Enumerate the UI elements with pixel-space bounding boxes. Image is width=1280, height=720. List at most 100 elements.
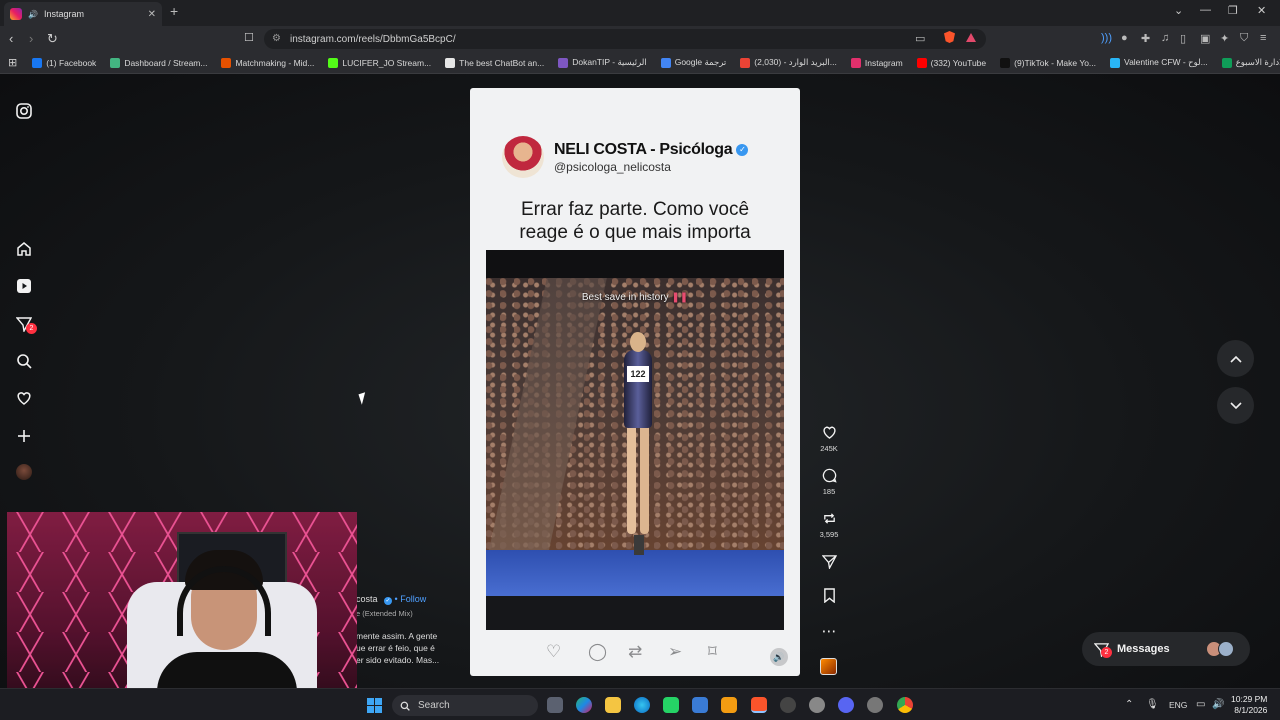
bookmark-item[interactable]: حسبة الادارة الاسبوع... (1215, 57, 1280, 68)
bookmark-item[interactable]: (9)TikTok - Make Yo... (993, 57, 1103, 68)
chrome-icon[interactable] (897, 697, 913, 713)
mute-toggle-icon[interactable]: 🔊 (770, 648, 788, 666)
minimize-icon[interactable]: — (1200, 4, 1211, 16)
share-button[interactable] (818, 554, 840, 572)
browser-toolbar: ‹ › ↻ ☐ ⚙ instagram.com/reels/DbbmGa5Bcp… (0, 26, 1280, 52)
create-plus-icon[interactable] (15, 427, 33, 445)
like-count: 245K (820, 444, 838, 453)
embedded-comment-icon: ◯ (588, 642, 608, 661)
bookmark-item[interactable]: Dashboard / Stream... (103, 57, 214, 68)
wallet-icon[interactable]: ▣ (1200, 32, 1210, 45)
tab-search-chevron-icon[interactable]: ⌄ (1174, 4, 1183, 17)
like-button[interactable]: 245K (818, 425, 840, 453)
language-indicator[interactable]: ENG (1169, 700, 1187, 710)
system-clock[interactable]: 10:29 PM 8/1/2026 (1231, 694, 1267, 716)
bookmark-item[interactable]: DokanTIP - الرئيسية (551, 57, 653, 68)
share-icon (818, 554, 840, 572)
address-bar[interactable]: ⚙ instagram.com/reels/DbbmGa5BcpC/ (264, 29, 986, 49)
music-title[interactable]: e (Extended Mix) (356, 609, 456, 618)
tab-close-icon[interactable]: ✕ (148, 9, 156, 20)
previous-reel-button[interactable] (1217, 340, 1254, 377)
bookmark-item[interactable]: LUCIFER_JO Stream... (321, 57, 438, 68)
cloud-app-icon[interactable] (721, 697, 737, 713)
instagram-logo-icon[interactable] (15, 102, 33, 120)
bookmark-favicon-icon (850, 57, 861, 68)
repost-button[interactable]: 3,595 (818, 511, 840, 539)
app-icon[interactable] (780, 697, 796, 713)
brave-rewards-icon[interactable] (966, 33, 976, 42)
copilot-icon[interactable] (576, 697, 592, 713)
bookmark-item[interactable]: Valentine CFW - لوح... (1103, 57, 1215, 68)
embedded-bookmark-icon: ⌑ (708, 642, 717, 661)
leo-ai-icon[interactable]: ✦ (1220, 32, 1229, 45)
sidebar-toggle-icon[interactable]: ▯ (1180, 32, 1186, 45)
tab-title: Instagram (43, 9, 84, 19)
bookmark-item[interactable]: Instagram (844, 57, 910, 68)
menu-icon[interactable]: ≡ (1260, 32, 1266, 44)
original-audio-thumbnail[interactable] (820, 658, 837, 675)
obs-icon[interactable] (867, 697, 883, 713)
task-view-icon[interactable] (547, 697, 563, 713)
bookmark-item[interactable]: (1) Facebook (25, 57, 103, 68)
next-reel-button[interactable] (1217, 387, 1254, 424)
profile-avatar[interactable] (16, 464, 32, 480)
bookmark-item[interactable]: The best ChatBot an... (438, 57, 551, 68)
extensions-icon[interactable]: ✚ (1141, 32, 1150, 45)
close-window-icon[interactable]: ✕ (1257, 4, 1266, 17)
discord-icon[interactable] (838, 697, 854, 713)
audio-extension-icon[interactable]: ))) (1101, 32, 1112, 44)
comment-count: 185 (822, 487, 836, 496)
network-icon[interactable]: ▭ (1196, 699, 1205, 710)
site-settings-icon[interactable]: ⚙ (272, 33, 281, 44)
author-fragment[interactable]: costa (356, 594, 378, 604)
bookmark-favicon-icon (32, 57, 43, 68)
messages-badge: 2 (1101, 647, 1112, 658)
brave-taskbar-icon[interactable] (751, 697, 767, 713)
forward-icon[interactable]: › (29, 31, 33, 46)
edge-icon[interactable] (634, 697, 650, 713)
microphone-icon[interactable]: 🎙 (1146, 699, 1159, 710)
more-options-button[interactable]: ⋯ (818, 623, 840, 641)
bookmark-item[interactable]: البريد الوارد - (2,030)... (733, 57, 844, 68)
new-tab-button[interactable]: + (170, 3, 178, 19)
shield-icon[interactable]: ⛉ (1240, 32, 1248, 45)
vpn-icon[interactable]: ● (1121, 32, 1128, 44)
tray-overflow-icon[interactable]: ⌃ (1125, 699, 1133, 710)
whatsapp-icon[interactable] (663, 697, 679, 713)
bookmark-item[interactable]: Google ترجمة (654, 57, 734, 68)
windows-start-icon[interactable] (367, 698, 382, 713)
mail-icon[interactable] (692, 697, 708, 713)
taskbar-search[interactable]: Search (392, 695, 538, 716)
reload-icon[interactable]: ↻ (47, 31, 58, 47)
bookmark-page-icon[interactable]: ☐ (244, 31, 254, 44)
tab-instagram[interactable]: 🔊 Instagram ✕ (4, 2, 162, 26)
notifications-heart-icon[interactable] (15, 389, 33, 407)
home-icon[interactable] (15, 240, 33, 258)
cast-icon[interactable]: ▭ (915, 32, 925, 45)
apps-grid-icon[interactable]: ⊞ (0, 56, 25, 69)
verified-badge-icon: ✓ (384, 597, 393, 605)
reels-icon[interactable] (15, 277, 33, 295)
speaker-icon[interactable]: 🔊 (28, 10, 38, 19)
recent-chat-avatars (1206, 641, 1236, 657)
file-explorer-icon[interactable] (605, 697, 621, 713)
search-icon[interactable] (15, 352, 33, 370)
bookmark-item[interactable]: (332) YouTube (910, 57, 993, 68)
volume-icon[interactable]: 🔊 (1212, 699, 1224, 710)
bookmark-favicon-icon (1110, 57, 1121, 68)
music-icon[interactable]: ♫ (1161, 32, 1169, 44)
settings-gear-icon[interactable] (809, 697, 825, 713)
bookmark-item[interactable]: Matchmaking - Mid... (214, 57, 321, 68)
browser-tab-bar: 🔊 Instagram ✕ + ⌄ — ❐ ✕ (0, 0, 1280, 26)
brave-shields-icon[interactable] (944, 31, 955, 43)
bookmark-favicon-icon (1000, 57, 1011, 68)
back-icon[interactable]: ‹ (9, 31, 13, 46)
restore-icon[interactable]: ❐ (1228, 4, 1238, 17)
follow-link[interactable]: • Follow (395, 594, 427, 604)
comment-button[interactable]: 185 (818, 468, 840, 496)
save-button[interactable] (818, 588, 840, 606)
reel-description[interactable]: mente assim. A gente ue errar é feio, qu… (356, 630, 456, 666)
reel-video-player[interactable]: NELI COSTA - Psicóloga ✓ @psicologa_nelic… (470, 88, 800, 676)
webcam-overlay (7, 512, 357, 708)
messages-count-badge: 2 (26, 323, 37, 334)
